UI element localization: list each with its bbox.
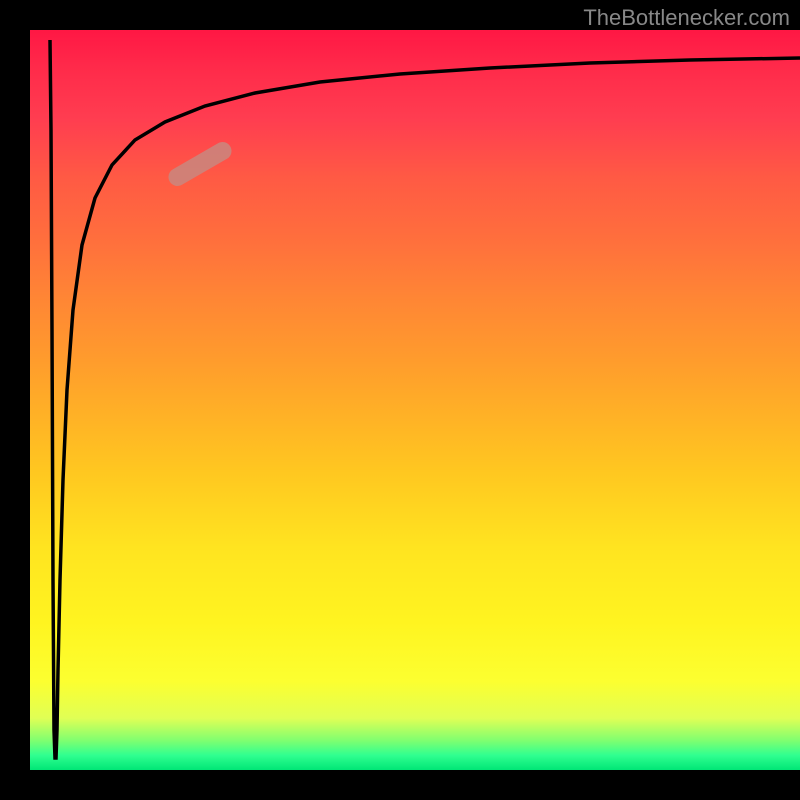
- chart-area: [30, 30, 800, 770]
- watermark-text: TheBottlenecker.com: [583, 5, 790, 31]
- gradient-background: [30, 30, 800, 770]
